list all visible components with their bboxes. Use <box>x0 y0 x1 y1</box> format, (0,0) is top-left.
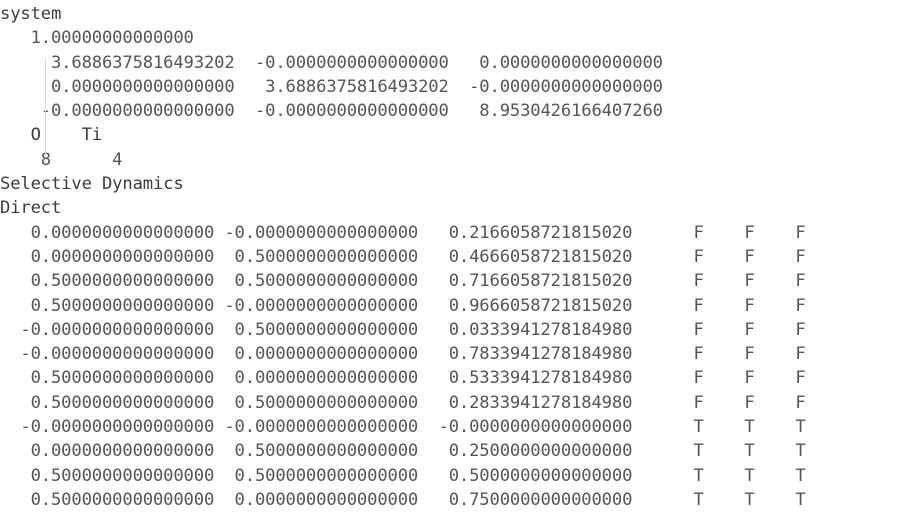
atom-position-row-3: 0.5000000000000000 0.5000000000000000 0.… <box>0 271 806 292</box>
lattice-vector-line-3: -0.0000000000000000 -0.0000000000000000 … <box>0 101 663 122</box>
poscar-file-contents[interactable]: system 1.00000000000000 3.68863758164932… <box>0 0 903 512</box>
lattice-vector-line-1: 3.6886375816493202 -0.0000000000000000 0… <box>0 52 663 73</box>
element-symbols-line: O Ti <box>0 125 103 146</box>
poscar-text-view[interactable]: system 1.00000000000000 3.68863758164932… <box>0 0 903 510</box>
atom-position-row-5: -0.0000000000000000 0.5000000000000000 0… <box>0 319 806 340</box>
coordinate-mode-line: Direct <box>0 198 62 219</box>
atom-position-row-1: 0.0000000000000000 -0.0000000000000000 0… <box>0 222 806 243</box>
atom-position-row-11: 0.5000000000000000 0.5000000000000000 0.… <box>0 465 806 486</box>
atom-position-row-2: 0.0000000000000000 0.5000000000000000 0.… <box>0 246 806 267</box>
scaling-factor-line: 1.00000000000000 <box>0 28 194 49</box>
lattice-vector-line-2: 0.0000000000000000 3.6886375816493202 -0… <box>0 76 663 97</box>
atom-position-row-8: 0.5000000000000000 0.5000000000000000 0.… <box>0 392 806 413</box>
atom-position-row-4: 0.5000000000000000 -0.0000000000000000 0… <box>0 295 806 316</box>
selective-dynamics-line: Selective Dynamics <box>0 174 184 195</box>
atom-position-row-7: 0.5000000000000000 0.0000000000000000 0.… <box>0 368 806 389</box>
comment-line: system <box>0 4 62 24</box>
atom-position-row-6: -0.0000000000000000 0.0000000000000000 0… <box>0 344 806 365</box>
element-counts-line: 8 4 <box>0 149 123 170</box>
atom-position-row-9: -0.0000000000000000 -0.0000000000000000 … <box>0 417 806 438</box>
atom-position-row-10: 0.0000000000000000 0.5000000000000000 0.… <box>0 441 806 462</box>
